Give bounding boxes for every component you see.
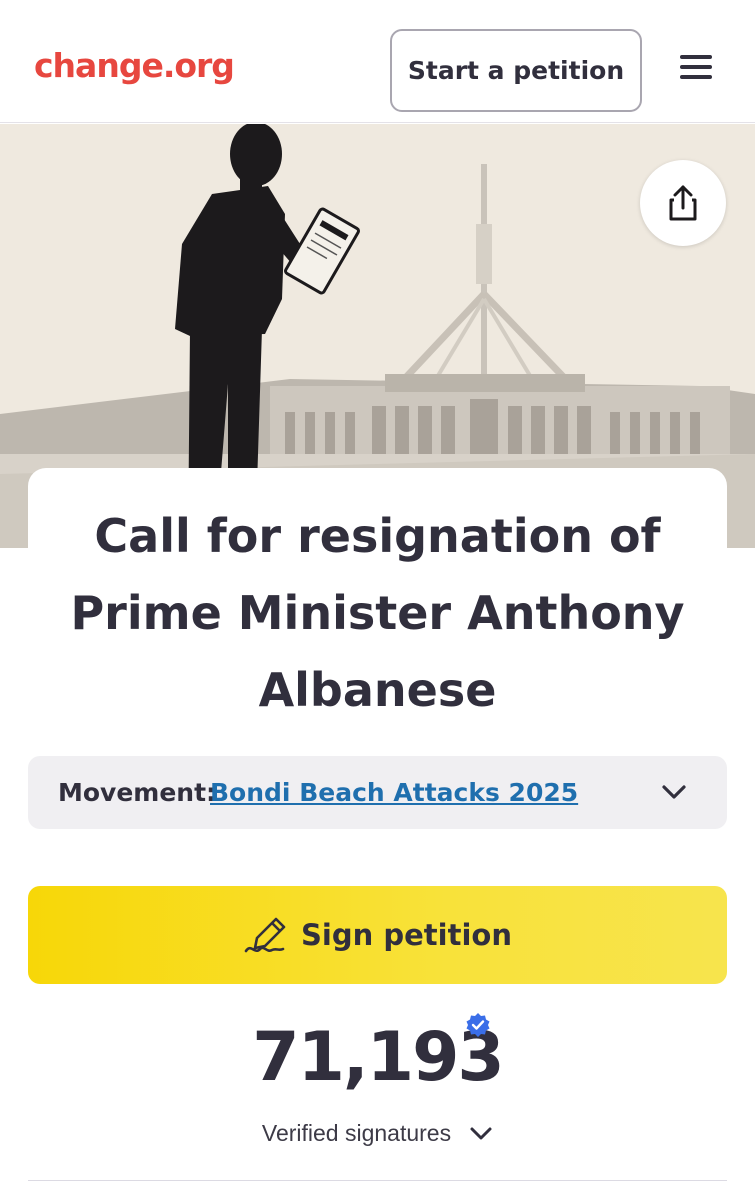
title-line-2: Prime Minister Anthony	[70, 586, 685, 640]
hamburger-menu-icon[interactable]	[680, 55, 716, 85]
start-petition-button[interactable]: Start a petition	[390, 29, 642, 112]
movement-dropdown[interactable]: Movement: Bondi Beach Attacks 2025	[28, 756, 727, 829]
section-divider	[28, 1180, 727, 1181]
signature-count: 71,193	[252, 1018, 504, 1097]
chevron-down-icon[interactable]	[469, 1124, 493, 1144]
sign-petition-label: Sign petition	[301, 918, 512, 952]
verified-signatures-toggle[interactable]: Verified signatures	[0, 1120, 755, 1147]
petition-title: Call for resignation of Prime Minister A…	[28, 498, 727, 729]
pen-signature-icon	[244, 917, 286, 953]
title-line-3: Albanese	[258, 663, 497, 717]
change-org-logo[interactable]: change.org	[34, 46, 235, 85]
movement-link[interactable]: Bondi Beach Attacks 2025	[210, 778, 578, 807]
share-button[interactable]	[640, 160, 726, 246]
movement-label: Movement:	[58, 778, 217, 807]
title-line-1: Call for resignation of	[94, 509, 661, 563]
chevron-down-icon[interactable]	[660, 780, 688, 804]
verified-signatures-label: Verified signatures	[261, 1120, 452, 1146]
share-icon	[669, 185, 697, 221]
site-header: change.org Start a petition	[0, 0, 755, 123]
verified-badge-icon	[466, 1013, 490, 1037]
sign-petition-button[interactable]: Sign petition	[28, 886, 727, 984]
